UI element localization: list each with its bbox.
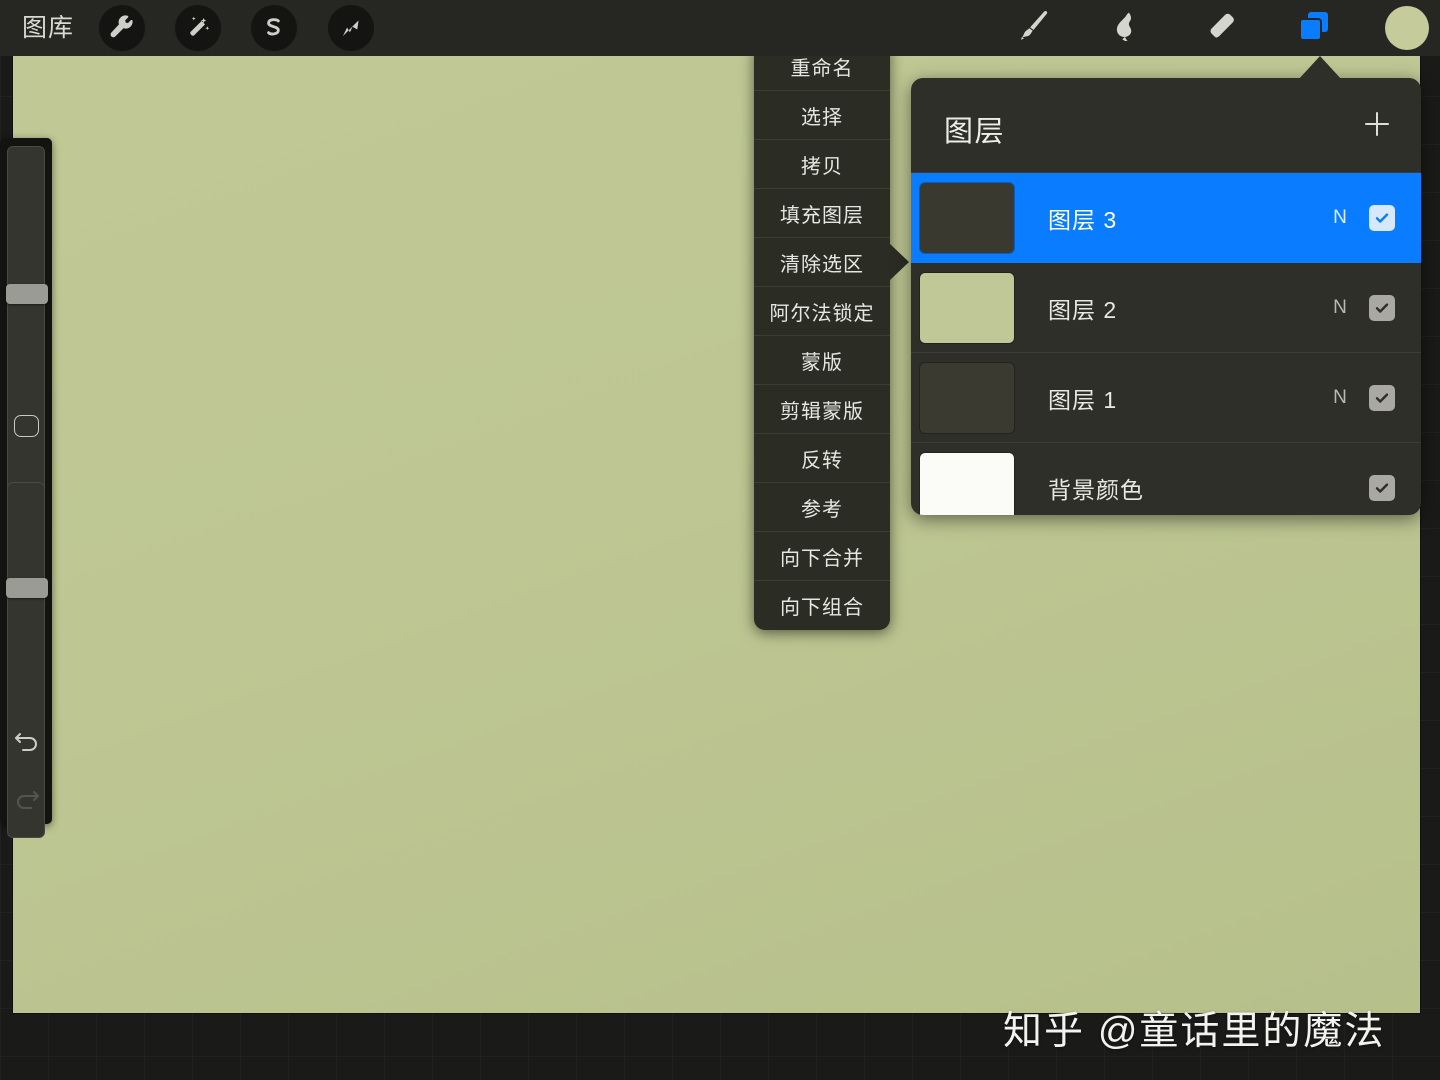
undo-arrow-icon — [13, 729, 41, 758]
layer-blend-mode[interactable]: N — [1323, 207, 1357, 229]
left-sidebar — [0, 138, 52, 838]
table-row[interactable]: 图层 1 N — [911, 353, 1421, 443]
layer-name: 图层 3 — [1048, 207, 1118, 233]
watermark-text: 知乎 @童话里的魔法 — [1003, 1010, 1386, 1053]
eraser-icon-button[interactable] — [1192, 4, 1250, 52]
checkmark-icon — [1373, 299, 1391, 317]
plus-icon — [1362, 109, 1392, 144]
add-layer-button[interactable] — [1361, 110, 1393, 142]
menu-item-alpha-lock[interactable]: 阿尔法锁定 — [754, 287, 890, 336]
menu-item-combine-down[interactable]: 向下组合 — [754, 581, 890, 630]
smudge-icon — [1107, 6, 1147, 51]
layers-icon-button[interactable] — [1285, 4, 1343, 52]
checkmark-icon — [1373, 209, 1391, 227]
layer-visibility-checkbox[interactable] — [1369, 475, 1395, 501]
transform-arrow-icon-button[interactable] — [328, 5, 374, 51]
menu-item-mask[interactable]: 蒙版 — [754, 336, 890, 385]
layer-blend-mode[interactable]: N — [1323, 387, 1357, 409]
undo-button[interactable] — [11, 728, 42, 759]
layer-thumbnail[interactable] — [920, 183, 1014, 253]
table-row[interactable]: 图层 3 N — [911, 173, 1421, 263]
layer-name: 图层 2 — [1048, 296, 1118, 323]
table-row[interactable]: 图层 2 N — [911, 263, 1421, 353]
wrench-icon-button[interactable] — [99, 5, 145, 51]
selection-s-icon-button[interactable] — [251, 5, 297, 51]
layers-panel-title: 图层 — [944, 116, 1006, 148]
menu-item-fill-layer[interactable]: 填充图层 — [754, 189, 890, 238]
procreate-app: 图库 重命名 选择 拷贝 填充图层 清除选区 阿尔法锁定 蒙版 剪辑蒙版 反转 … — [0, 0, 1440, 1080]
top-toolbar: 图库 — [0, 0, 1440, 56]
redo-button[interactable] — [11, 786, 42, 817]
wrench-icon — [109, 15, 135, 41]
paintbrush-icon — [1014, 6, 1054, 51]
layers-panel: 图层 图层 3 N 图层 2 N 图层 1 N 背景颜色 — [911, 78, 1421, 515]
selection-s-icon — [261, 15, 287, 41]
redo-arrow-icon — [13, 787, 41, 816]
transform-arrow-icon — [338, 15, 364, 41]
menu-item-clipping-mask[interactable]: 剪辑蒙版 — [754, 385, 890, 434]
eraser-icon — [1201, 6, 1241, 51]
gallery-button[interactable]: 图库 — [22, 14, 74, 42]
layers-panel-header: 图层 — [911, 78, 1421, 173]
opacity-slider-handle[interactable] — [6, 578, 48, 598]
table-row[interactable]: 背景颜色 — [911, 443, 1421, 515]
brush-size-slider-handle[interactable] — [6, 284, 48, 304]
layer-thumbnail[interactable] — [920, 453, 1014, 515]
menu-item-copy[interactable]: 拷贝 — [754, 140, 890, 189]
menu-item-merge-down[interactable]: 向下合并 — [754, 532, 890, 581]
menu-item-reference[interactable]: 参考 — [754, 483, 890, 532]
opacity-slider[interactable] — [6, 482, 48, 838]
menu-item-clear[interactable]: 清除选区 — [754, 238, 890, 287]
magic-wand-icon-button[interactable] — [175, 5, 221, 51]
layer-name: 背景颜色 — [1048, 477, 1144, 503]
layer-context-menu: 重命名 选择 拷贝 填充图层 清除选区 阿尔法锁定 蒙版 剪辑蒙版 反转 参考 … — [754, 42, 890, 630]
checkmark-icon — [1373, 479, 1391, 497]
layers-icon — [1294, 6, 1334, 51]
color-swatch-button[interactable] — [1385, 6, 1429, 50]
layer-visibility-checkbox[interactable] — [1369, 294, 1395, 321]
paintbrush-icon-button[interactable] — [1005, 4, 1063, 52]
brush-size-slider[interactable] — [6, 146, 48, 514]
layers-panel-caret — [1298, 56, 1342, 80]
smudge-icon-button[interactable] — [1098, 4, 1156, 52]
menu-item-select[interactable]: 选择 — [754, 91, 890, 140]
checkmark-icon — [1373, 389, 1391, 407]
layer-name: 图层 1 — [1048, 386, 1118, 413]
magic-wand-icon — [185, 15, 211, 41]
layer-blend-mode[interactable]: N — [1323, 297, 1357, 319]
layer-visibility-checkbox[interactable] — [1369, 384, 1395, 411]
modify-button[interactable] — [14, 415, 39, 437]
menu-item-invert[interactable]: 反转 — [754, 434, 890, 483]
layer-thumbnail[interactable] — [920, 362, 1014, 433]
layer-visibility-checkbox[interactable] — [1369, 205, 1395, 231]
layer-thumbnail[interactable] — [920, 272, 1014, 343]
